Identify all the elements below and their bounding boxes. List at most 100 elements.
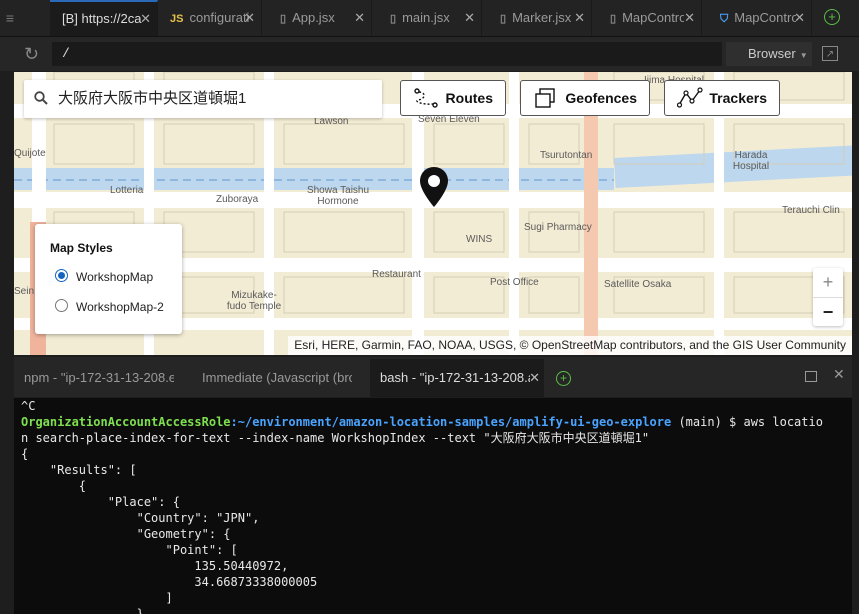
- tab-label: [B] https://2ca: [62, 11, 142, 26]
- map-style-label: WorkshopMap-2: [76, 300, 164, 314]
- zoom-control: + −: [813, 268, 843, 326]
- url-input[interactable]: /: [52, 42, 722, 66]
- map-label: Tsurutontan: [540, 150, 593, 161]
- terminal-line: "Geometry": {: [21, 527, 231, 541]
- map-label: Lotteria: [110, 185, 144, 196]
- zoom-out-button[interactable]: −: [813, 297, 843, 327]
- close-panel-icon[interactable]: ✕: [833, 366, 845, 383]
- map-label: WINS: [466, 234, 493, 245]
- terminal-tab-bash[interactable]: bash - "ip-172-31-13-208.a ✕: [370, 359, 544, 397]
- zoom-in-button[interactable]: +: [813, 268, 843, 297]
- location-marker-icon[interactable]: [419, 166, 449, 208]
- terminal-line: ^C: [21, 399, 36, 413]
- terminal-line: "Country": "JPN",: [21, 511, 260, 525]
- geofence-icon: [535, 88, 555, 108]
- map-style-option[interactable]: WorkshopMap: [55, 269, 153, 285]
- map-label: Terauchi Clin: [782, 205, 840, 216]
- terminal-output[interactable]: ^C OrganizationAccountAccessRole:~/envir…: [14, 398, 852, 614]
- map-styles-panel: Map Styles WorkshopMap WorkshopMap-2: [35, 224, 182, 334]
- tab-mapcontrol-css[interactable]: ⛉ MapContro ✕: [708, 0, 812, 36]
- terminal-line: {: [21, 479, 87, 493]
- terminal-tab-label: Immediate (Javascript (brow: [202, 370, 352, 385]
- close-icon[interactable]: ✕: [794, 0, 805, 36]
- terminal-prompt-line: OrganizationAccountAccessRole:~/environm…: [21, 415, 823, 429]
- browser-toolbar: ↻ / Browser ▼ ↗: [0, 37, 859, 71]
- map-attribution: Esri, HERE, Garmin, FAO, NOAA, USGS, © O…: [288, 336, 852, 355]
- map-label: Post Office: [490, 277, 539, 288]
- terminal-line: "Point": [: [21, 543, 238, 557]
- tracker-icon: [677, 87, 703, 108]
- popout-icon[interactable]: ↗: [822, 46, 838, 61]
- tab-label: MapContro: [734, 10, 797, 25]
- terminal-tab-label: npm - "ip-172-31-13-208.e: [24, 370, 174, 385]
- refresh-icon[interactable]: ↻: [24, 45, 42, 63]
- tab-label: main.jsx: [402, 10, 450, 25]
- terminal-line: {: [21, 447, 29, 461]
- terminal-tab-bar: npm - "ip-172-31-13-208.e Immediate (Jav…: [14, 357, 852, 397]
- tab-main-jsx[interactable]: ▯ main.jsx ✕: [378, 0, 482, 36]
- tab-mapcontrol[interactable]: ▯ MapContro ✕: [598, 0, 702, 36]
- trackers-button[interactable]: Trackers: [664, 80, 780, 116]
- file-icon: ▯: [610, 13, 617, 25]
- map-style-label: WorkshopMap: [76, 270, 154, 284]
- terminal-line: "Place": {: [21, 495, 180, 509]
- routes-label: Routes: [445, 90, 493, 106]
- chevron-down-icon: ▼: [799, 51, 808, 60]
- search-query: 大阪府大阪市中央区道頓堀1: [58, 90, 247, 107]
- command-text: (main) $ aws locatio: [671, 415, 823, 429]
- radio-icon[interactable]: [55, 299, 68, 313]
- terminal-line: 34.66873338000005: [21, 575, 318, 589]
- add-terminal-icon[interactable]: +: [556, 371, 571, 386]
- search-icon: [34, 91, 48, 105]
- map-label: Showa Taishu Hormone: [306, 185, 370, 207]
- file-icon: ▯: [390, 13, 397, 25]
- map-label: Mizukake-fudo Temple: [226, 290, 282, 312]
- prompt-path: ~/environment/amazon-location-samples/am…: [237, 415, 672, 429]
- radio-selected-icon[interactable]: [55, 269, 68, 283]
- close-icon[interactable]: ✕: [574, 0, 585, 36]
- place-search-input[interactable]: 大阪府大阪市中央区道頓堀1: [24, 80, 382, 118]
- map-label: Harada Hospital: [732, 150, 770, 172]
- terminal-tab-label: bash - "ip-172-31-13-208.a: [380, 370, 530, 385]
- map-view[interactable]: Lawson Seven Eleven Ijima Hospital Quijo…: [14, 72, 852, 355]
- terminal-tab-immediate[interactable]: Immediate (Javascript (brow: [192, 359, 364, 397]
- close-icon[interactable]: ✕: [684, 0, 695, 36]
- terminal-line: "Results": [: [21, 463, 137, 477]
- tab-app-jsx[interactable]: ▯ App.jsx ✕: [268, 0, 372, 36]
- close-icon[interactable]: ✕: [529, 359, 540, 397]
- browser-dropdown[interactable]: Browser ▼: [726, 42, 812, 66]
- terminal-tab-npm[interactable]: npm - "ip-172-31-13-208.e: [14, 359, 184, 397]
- close-icon[interactable]: ✕: [244, 0, 255, 36]
- map-label: Satellite Osaka: [604, 279, 672, 290]
- map-label: Quijote: [14, 148, 46, 159]
- menu-icon[interactable]: ≡: [0, 0, 20, 36]
- close-icon[interactable]: ✕: [464, 0, 475, 36]
- tab-label: App.jsx: [292, 10, 335, 25]
- close-icon[interactable]: ✕: [140, 2, 151, 36]
- terminal-line: 135.50440972,: [21, 559, 289, 573]
- map-styles-title: Map Styles: [50, 241, 113, 255]
- geofences-label: Geofences: [565, 90, 637, 106]
- route-icon: [414, 88, 438, 108]
- close-icon[interactable]: ✕: [354, 0, 365, 36]
- tab-label: MapContro: [622, 10, 685, 25]
- map-label: Restaurant: [372, 269, 421, 280]
- tab-configuration[interactable]: JS configuratio ✕: [158, 0, 262, 36]
- file-icon: ▯: [280, 13, 287, 25]
- editor-tab-bar: ≡ [B] https://2ca ✕ JS configuratio ✕ ▯ Ap…: [0, 0, 859, 37]
- tab-browser-preview[interactable]: [B] https://2ca ✕: [50, 0, 158, 36]
- tab-marker-jsx[interactable]: ▯ Marker.jsx ✕: [488, 0, 592, 36]
- add-tab-icon[interactable]: +: [824, 9, 840, 25]
- routes-button[interactable]: Routes: [400, 80, 506, 116]
- file-icon: ▯: [500, 13, 507, 25]
- css-file-icon: ⛉: [720, 13, 729, 25]
- map-style-option[interactable]: WorkshopMap-2: [55, 299, 164, 315]
- prompt-role: OrganizationAccountAccessRole: [21, 415, 231, 429]
- map-label: Zuboraya: [216, 194, 259, 205]
- terminal-line: },: [21, 607, 152, 614]
- map-label: Sein: [14, 286, 35, 297]
- tab-label: Marker.jsx: [512, 10, 572, 25]
- geofences-button[interactable]: Geofences: [520, 80, 650, 116]
- trackers-label: Trackers: [709, 90, 767, 106]
- maximize-icon[interactable]: [805, 371, 817, 382]
